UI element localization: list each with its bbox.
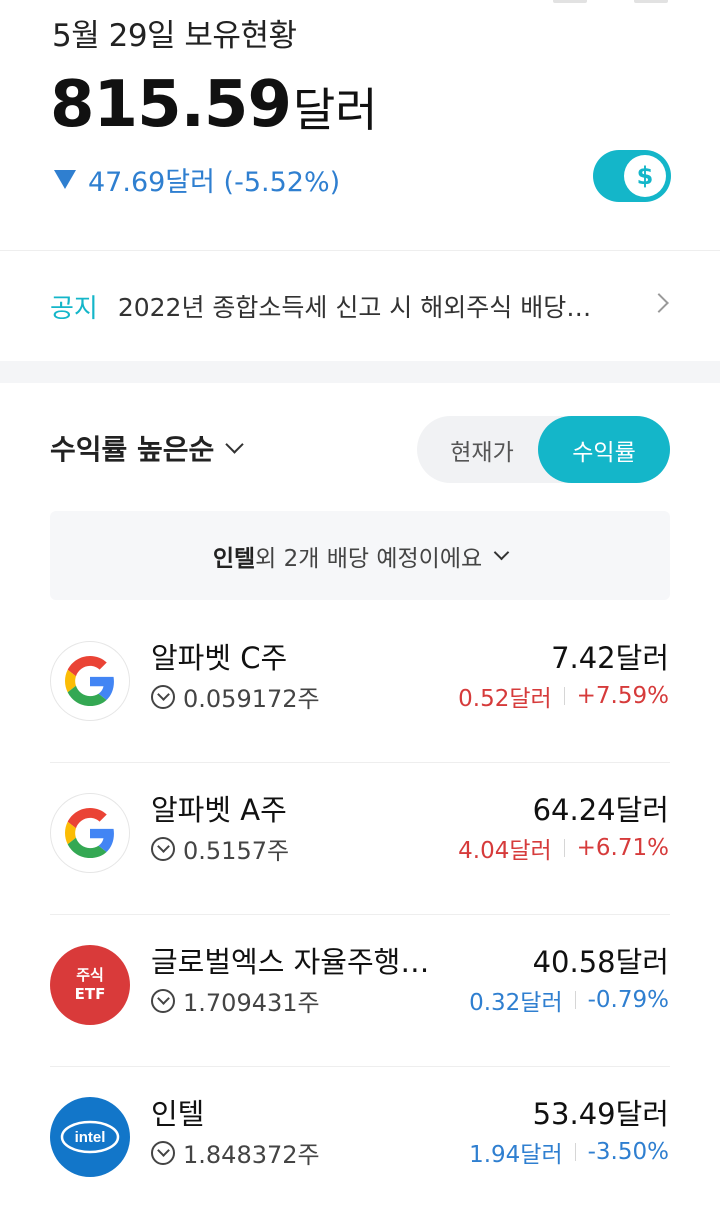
stock-row[interactable]: intel 인텔 1.848372주 53.49달러 1.94달러 -3.50% (0, 1067, 720, 1214)
stock-quantity-text: 1.709431주 (183, 989, 320, 1017)
google-icon (50, 641, 130, 721)
sort-label: 수익률 높은순 (50, 433, 215, 466)
top-edge-stub (634, 0, 668, 3)
section-separator (0, 361, 720, 383)
stock-change: 4.04달러 +6.71% (458, 831, 669, 865)
stock-change: 0.32달러 -0.79% (469, 983, 669, 1017)
notice-banner[interactable]: 공지 2022년 종합소득세 신고 시 해외주식 배당… (0, 251, 720, 361)
dividend-stock-name: 인텔 (212, 545, 256, 572)
stock-price: 53.49달러 (532, 1097, 669, 1131)
stock-price: 64.24달러 (532, 793, 669, 827)
intel-icon: intel (50, 1097, 130, 1177)
separator (563, 687, 565, 705)
stock-price: 7.42달러 (551, 641, 669, 675)
expand-circle-icon[interactable] (151, 684, 175, 709)
stock-name: 알파벳 A주 (151, 793, 287, 827)
stock-change-percent: +6.71% (576, 835, 669, 861)
stock-quantity: 1.848372주 (151, 1135, 320, 1170)
dividend-notice[interactable]: 인텔 외 2개 배당 예정이에요 (50, 511, 670, 600)
stock-name: 글로벌엑스 자율주행… (151, 945, 430, 979)
chevron-right-icon (649, 293, 669, 313)
sort-dropdown[interactable]: 수익률 높은순 (50, 428, 245, 468)
segment-return-rate[interactable]: 수익률 (538, 416, 670, 483)
notice-tag: 공지 (50, 293, 98, 324)
stock-change-amount: 0.52달러 (458, 686, 552, 712)
down-triangle-icon (54, 170, 76, 189)
stock-quantity: 0.5157주 (151, 831, 289, 866)
separator (574, 1143, 576, 1161)
top-edge-stub (553, 0, 587, 3)
total-change: 47.69달러 (-5.52%) (54, 160, 340, 199)
stock-change-percent: +7.59% (576, 683, 669, 709)
stock-change: 0.52달러 +7.59% (458, 679, 669, 713)
stock-row[interactable]: 알파벳 C주 0.059172주 7.42달러 0.52달러 +7.59% (0, 611, 720, 763)
chevron-down-icon (225, 434, 245, 454)
stock-change-percent: -0.79% (587, 987, 669, 1013)
total-unit: 달러 (292, 83, 378, 137)
stock-quantity: 0.059172주 (151, 679, 320, 714)
dividend-text: 외 2개 배당 예정이에요 (255, 545, 483, 572)
total-amount: 815.59 (50, 68, 292, 142)
chevron-down-icon (493, 544, 510, 561)
stock-change-amount: 1.94달러 (469, 1142, 563, 1168)
segment-current-price[interactable]: 현재가 (417, 416, 547, 483)
google-icon (50, 793, 130, 873)
stock-change-amount: 4.04달러 (458, 838, 552, 864)
total-value: 815.59 달러 (50, 68, 378, 142)
stock-row[interactable]: 주식 ETF 글로벌엑스 자율주행… 1.709431주 40.58달러 0.3… (0, 915, 720, 1067)
stock-quantity: 1.709431주 (151, 983, 320, 1018)
stock-change: 1.94달러 -3.50% (469, 1135, 669, 1169)
expand-circle-icon[interactable] (151, 988, 175, 1013)
currency-toggle[interactable]: $ (593, 150, 671, 202)
stock-row[interactable]: 알파벳 A주 0.5157주 64.24달러 4.04달러 +6.71% (0, 763, 720, 915)
stock-quantity-text: 1.848372주 (183, 1141, 320, 1169)
stock-price: 40.58달러 (532, 945, 669, 979)
intel-logo-text: intel (75, 1129, 106, 1146)
separator (574, 991, 576, 1009)
dollar-icon: $ (624, 155, 666, 197)
total-change-text: 47.69달러 (-5.52%) (88, 167, 341, 198)
price-return-segmented-control: 현재가 수익률 (417, 416, 670, 483)
expand-circle-icon[interactable] (151, 1140, 175, 1165)
etf-logo-line2: ETF (74, 985, 106, 1003)
stock-change-amount: 0.32달러 (469, 990, 563, 1016)
stock-name: 알파벳 C주 (151, 641, 288, 675)
stock-quantity-text: 0.059172주 (183, 685, 320, 713)
expand-circle-icon[interactable] (151, 836, 175, 861)
stock-name: 인텔 (151, 1097, 205, 1131)
separator (563, 839, 565, 857)
stock-quantity-text: 0.5157주 (183, 837, 290, 865)
notice-text: 2022년 종합소득세 신고 시 해외주식 배당… (117, 293, 592, 322)
etf-icon: 주식 ETF (50, 945, 130, 1025)
stock-change-percent: -3.50% (587, 1139, 669, 1165)
etf-logo-line1: 주식 (76, 966, 104, 984)
holdings-date-title: 5월 29일 보유현황 (52, 18, 297, 54)
